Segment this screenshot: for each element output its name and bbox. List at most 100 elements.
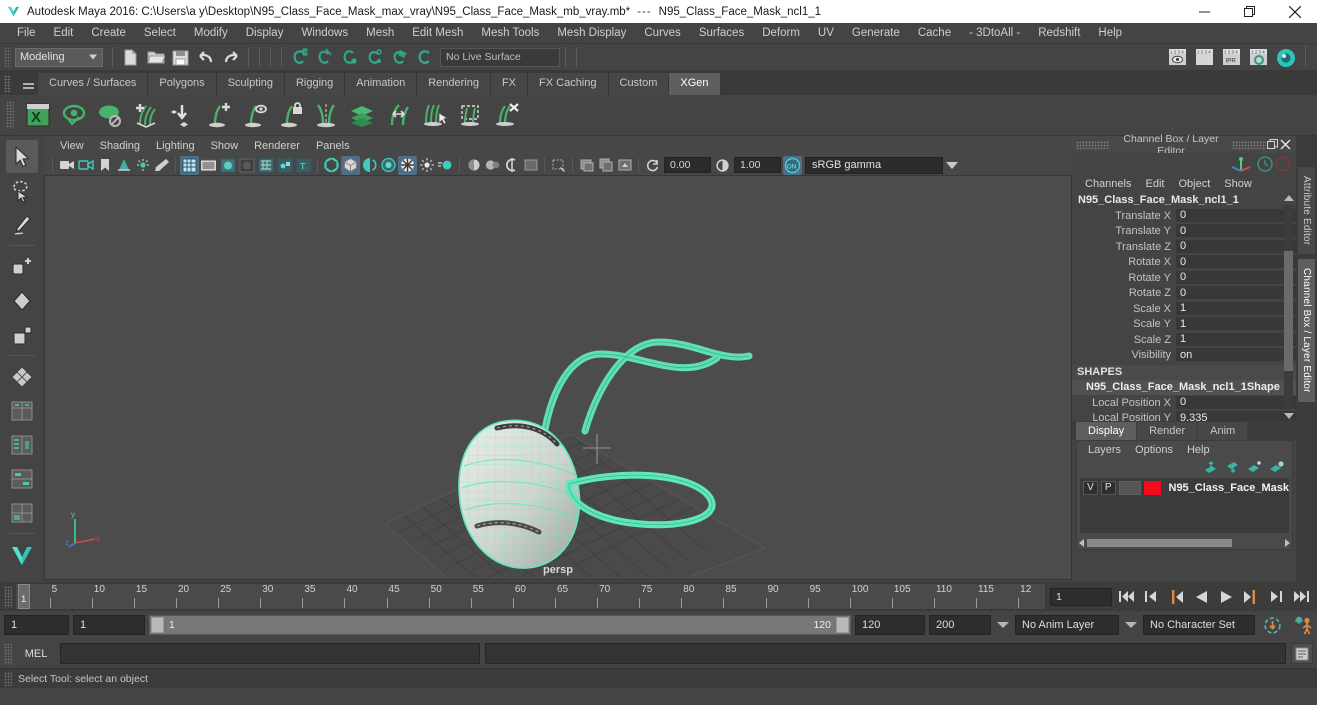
move-tool-button[interactable] [6, 250, 38, 283]
channel-box-key-icon[interactable] [1274, 155, 1292, 173]
xray-button[interactable] [322, 156, 341, 175]
gamma-reset-button[interactable] [713, 156, 732, 175]
shelf-tab-fx-caching[interactable]: FX Caching [528, 73, 609, 95]
script-editor-button[interactable] [1291, 643, 1313, 664]
menu-mesh-display[interactable]: Mesh Display [548, 24, 635, 43]
channel-box-menu-object[interactable]: Object [1171, 177, 1217, 191]
xgen-editor-button[interactable]: X [20, 98, 56, 132]
layer-color-swatch[interactable] [1144, 480, 1161, 495]
render-view-button[interactable]: 1 2 3 4 [1165, 46, 1190, 69]
time-slider[interactable]: 1 5 10 15 20 25 30 35 40 45 50 55 60 65 70 75 80 85 90 95 1… [15, 583, 1046, 610]
channel-row[interactable]: Scale Z 1 [1072, 332, 1296, 348]
maya-logo-button[interactable] [6, 538, 38, 571]
paint-select-tool-button[interactable] [6, 208, 38, 241]
move-layer-down-icon[interactable] [1225, 461, 1240, 474]
range-slider[interactable]: 1 120 [149, 615, 851, 635]
exposure-field[interactable]: 0.00 [664, 157, 711, 173]
character-set-dropdown[interactable]: No Character Set [1143, 615, 1255, 635]
menu-deform[interactable]: Deform [753, 24, 809, 43]
selection-mask-button[interactable] [521, 156, 540, 175]
disable-preview-button[interactable] [92, 98, 128, 132]
shelf-tab-rigging[interactable]: Rigging [284, 73, 346, 95]
lock-guide-button[interactable] [272, 98, 308, 132]
toggle-persp-outliner-button[interactable] [6, 428, 38, 461]
channel-value[interactable]: 1 [1176, 332, 1296, 347]
smooth-shade-all-button[interactable] [199, 156, 218, 175]
channel-value[interactable]: 9.335 [1176, 411, 1296, 421]
shelf-row-grip[interactable] [6, 101, 14, 129]
range-slider-left-handle[interactable] [151, 617, 164, 633]
menu-generate[interactable]: Generate [843, 24, 909, 43]
lasso-select-tool-button[interactable] [6, 174, 38, 207]
anim-layer-dropdown[interactable]: No Anim Layer [1015, 615, 1119, 635]
undo-button[interactable] [193, 46, 218, 69]
viewport-menu-show[interactable]: Show [203, 139, 247, 153]
channel-box-attribute-list[interactable]: N95_Class_Face_Mask_ncl1_1 Translate X0T… [1072, 193, 1296, 421]
menu-curves[interactable]: Curves [635, 24, 689, 43]
channel-box-clock-icon[interactable] [1256, 155, 1274, 173]
shelf-tab-custom[interactable]: Custom [608, 73, 670, 95]
shelf-tab-polygons[interactable]: Polygons [148, 73, 217, 95]
grease-pencil-button[interactable] [152, 156, 171, 175]
menu-display[interactable]: Display [237, 24, 293, 43]
shelf-tab-curves-surfaces[interactable]: Curves / Surfaces [38, 73, 149, 95]
channel-value[interactable]: 0 [1176, 255, 1296, 270]
new-scene-button[interactable] [118, 46, 143, 69]
undock-panel-button[interactable] [1266, 138, 1279, 151]
capture-button[interactable] [615, 156, 634, 175]
layer-editor-menu-help[interactable]: Help [1180, 444, 1217, 456]
step-back-frame-button[interactable] [1165, 587, 1187, 607]
save-scene-button[interactable] [168, 46, 193, 69]
bookmark-button[interactable] [95, 156, 114, 175]
menu-set-dropdown[interactable]: Modeling [15, 47, 103, 67]
snap-to-curve-button[interactable] [312, 46, 337, 69]
shelf-tab-rendering[interactable]: Rendering [417, 73, 491, 95]
menu-windows[interactable]: Windows [292, 24, 357, 43]
channel-row[interactable]: Rotate Z 0 [1072, 286, 1296, 302]
delete-guide-button[interactable] [488, 98, 524, 132]
menu-help[interactable]: Help [1089, 24, 1131, 43]
statusline-grip[interactable] [4, 47, 11, 67]
add-guide-button[interactable] [200, 98, 236, 132]
depth-of-field-button[interactable] [483, 156, 502, 175]
scrollbar-thumb[interactable] [1284, 251, 1293, 371]
chevron-down-icon[interactable] [1125, 622, 1137, 628]
channel-row[interactable]: Rotate X 0 [1072, 255, 1296, 271]
scroll-up-icon[interactable] [1283, 195, 1294, 201]
shelf-grip[interactable] [4, 75, 11, 93]
layer-list-horizontal-scrollbar[interactable] [1079, 538, 1290, 547]
camera-attributes-button[interactable] [76, 156, 95, 175]
preview-refresh-button[interactable] [56, 98, 92, 132]
copy-view-button[interactable] [596, 156, 615, 175]
layer-display-type-toggle[interactable] [1118, 480, 1142, 495]
layer-editor-tab-anim[interactable]: Anim [1198, 422, 1248, 440]
maximize-button[interactable] [1227, 0, 1272, 23]
two-sided-lighting-button[interactable] [133, 156, 152, 175]
time-slider-grip[interactable] [4, 585, 12, 608]
channel-box-menu-show[interactable]: Show [1217, 177, 1259, 191]
render-settings-button[interactable]: 1 2 3 4 [1246, 46, 1271, 69]
layer-row[interactable]: V P N95_Class_Face_Mask [1080, 478, 1289, 495]
menu-select[interactable]: Select [135, 24, 185, 43]
channel-row[interactable]: Translate X 0 [1072, 208, 1296, 224]
ipr-render-button[interactable]: 1 2 3 4 IPR [1219, 46, 1244, 69]
toggle-hypergraph-button[interactable] [6, 462, 38, 495]
rotate-tool-button[interactable] [6, 284, 38, 317]
playback-end-time-field[interactable]: 120 [855, 615, 925, 635]
animation-preferences-button[interactable] [1289, 615, 1317, 635]
channel-value[interactable]: 1 [1176, 317, 1296, 332]
command-language-label[interactable]: MEL [17, 648, 55, 660]
flat-shade-button[interactable] [237, 156, 256, 175]
channel-row[interactable]: Translate Y 0 [1072, 224, 1296, 240]
channel-row[interactable]: Visibility on [1072, 348, 1296, 364]
select-guide-button[interactable] [236, 98, 272, 132]
range-slider-right-handle[interactable] [836, 617, 849, 633]
last-tool-used-button[interactable] [6, 360, 38, 393]
snap-to-grid-button[interactable] [287, 46, 312, 69]
menu-modify[interactable]: Modify [185, 24, 237, 43]
shelf-tab-sculpting[interactable]: Sculpting [216, 73, 285, 95]
scroll-down-icon[interactable] [1283, 413, 1294, 419]
shadows-button[interactable] [398, 155, 417, 175]
isolate-select-button[interactable] [502, 156, 521, 175]
shelf-tab-xgen[interactable]: XGen [669, 73, 721, 95]
